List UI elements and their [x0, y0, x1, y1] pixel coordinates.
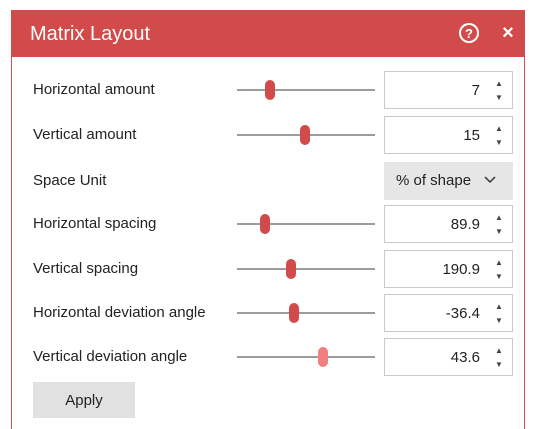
- apply-button[interactable]: Apply: [33, 382, 135, 418]
- spin-value: -36.4: [445, 305, 480, 322]
- close-icon[interactable]: ×: [498, 22, 518, 44]
- vertical-spacing-spinbox[interactable]: 190.9 ▲ ▼: [384, 250, 513, 288]
- triangle-up-icon[interactable]: ▲: [494, 213, 504, 223]
- slider-thumb[interactable]: [317, 347, 328, 367]
- row-space-unit: Space Unit % of shape: [12, 162, 524, 200]
- horizontal-amount-spinbox[interactable]: 7 ▲ ▼: [384, 71, 513, 109]
- triangle-down-icon[interactable]: ▼: [494, 360, 504, 370]
- spin-value: 7: [471, 82, 480, 99]
- dialog-title: Matrix Layout: [30, 23, 151, 45]
- triangle-down-icon[interactable]: ▼: [494, 138, 504, 148]
- triangle-down-icon[interactable]: ▼: [494, 93, 504, 103]
- horizontal-amount-label: Horizontal amount: [33, 81, 155, 98]
- row-horizontal-deviation-angle: Horizontal deviation angle -36.4 ▲ ▼: [12, 294, 524, 332]
- row-vertical-spacing: Vertical spacing 190.9 ▲ ▼: [12, 250, 524, 288]
- slider-thumb[interactable]: [285, 259, 296, 279]
- space-unit-label: Space Unit: [33, 172, 107, 189]
- spin-value: 89.9: [450, 216, 480, 233]
- horizontal-spacing-spinbox[interactable]: 89.9 ▲ ▼: [384, 205, 513, 243]
- triangle-down-icon[interactable]: ▼: [494, 272, 504, 282]
- spin-value: 190.9: [442, 261, 480, 278]
- slider-thumb[interactable]: [259, 214, 270, 234]
- horizontal-deviation-angle-slider[interactable]: [237, 303, 375, 323]
- horizontal-spacing-label: Horizontal spacing: [33, 215, 157, 232]
- vertical-deviation-angle-spinbox[interactable]: 43.6 ▲ ▼: [384, 338, 513, 376]
- space-unit-selected: % of shape: [396, 172, 472, 189]
- vertical-deviation-angle-slider[interactable]: [237, 347, 375, 367]
- vertical-spacing-slider[interactable]: [237, 259, 375, 279]
- horizontal-deviation-angle-spinbox[interactable]: -36.4 ▲ ▼: [384, 294, 513, 332]
- row-horizontal-amount: Horizontal amount 7 ▲ ▼: [12, 71, 524, 109]
- triangle-up-icon[interactable]: ▲: [494, 258, 504, 268]
- row-vertical-deviation-angle: Vertical deviation angle 43.6 ▲ ▼: [12, 338, 524, 376]
- vertical-amount-spinbox[interactable]: 15 ▲ ▼: [384, 116, 513, 154]
- vertical-amount-slider[interactable]: [237, 125, 375, 145]
- slider-thumb[interactable]: [288, 303, 299, 323]
- triangle-up-icon[interactable]: ▲: [494, 79, 504, 89]
- vertical-spacing-label: Vertical spacing: [33, 260, 139, 277]
- spin-value: 43.6: [450, 349, 480, 366]
- horizontal-deviation-angle-label: Horizontal deviation angle: [33, 304, 206, 321]
- horizontal-spacing-slider[interactable]: [237, 214, 375, 234]
- triangle-up-icon[interactable]: ▲: [494, 302, 504, 312]
- title-bar: Matrix Layout ? ×: [12, 11, 524, 57]
- spin-value: 15: [463, 127, 480, 144]
- triangle-up-icon[interactable]: ▲: [494, 346, 504, 356]
- vertical-deviation-angle-label: Vertical deviation angle: [33, 348, 188, 365]
- slider-thumb[interactable]: [265, 80, 276, 100]
- horizontal-amount-slider[interactable]: [237, 80, 375, 100]
- row-vertical-amount: Vertical amount 15 ▲ ▼: [12, 116, 524, 154]
- slider-thumb[interactable]: [299, 125, 310, 145]
- triangle-up-icon[interactable]: ▲: [494, 124, 504, 134]
- row-horizontal-spacing: Horizontal spacing 89.9 ▲ ▼: [12, 205, 524, 243]
- chevron-down-icon: [484, 176, 496, 184]
- vertical-amount-label: Vertical amount: [33, 126, 137, 143]
- help-icon[interactable]: ?: [459, 23, 479, 43]
- triangle-down-icon[interactable]: ▼: [494, 316, 504, 326]
- matrix-layout-dialog: Matrix Layout ? × Horizontal amount 7 ▲ …: [11, 10, 525, 429]
- space-unit-dropdown[interactable]: % of shape: [384, 162, 513, 200]
- triangle-down-icon[interactable]: ▼: [494, 227, 504, 237]
